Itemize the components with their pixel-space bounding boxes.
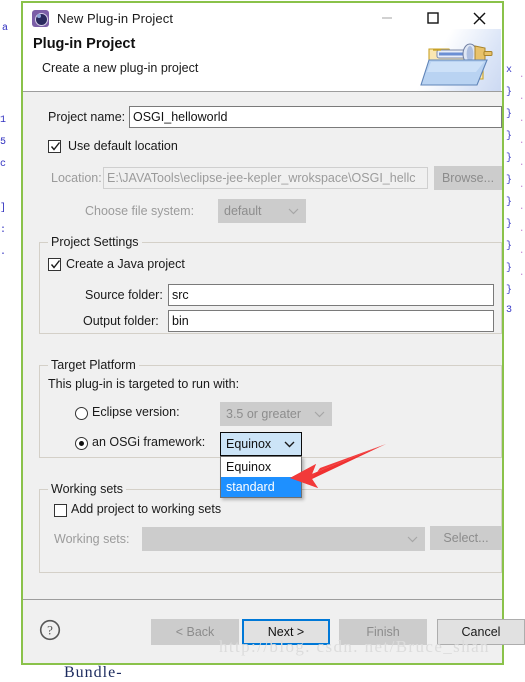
file-system-value: default bbox=[224, 204, 262, 218]
location-label: Location: bbox=[51, 171, 102, 185]
background-left-code: 1 5 c ] : . bbox=[0, 115, 7, 258]
target-platform-intro: This plug-in is targeted to run with: bbox=[48, 377, 240, 391]
create-java-project-checkbox[interactable] bbox=[48, 258, 61, 271]
working-sets-label: Working sets: bbox=[54, 532, 130, 546]
checkmark-icon bbox=[50, 260, 61, 269]
plugin-folder-icon bbox=[415, 29, 501, 91]
minimize-button[interactable] bbox=[364, 3, 410, 33]
source-folder-input[interactable] bbox=[168, 284, 494, 306]
eclipse-version-combo: 3.5 or greater bbox=[220, 402, 332, 426]
create-java-project-label: Create a Java project bbox=[66, 257, 185, 271]
page-subtitle: Create a new plug-in project bbox=[42, 61, 199, 75]
chevron-down-icon bbox=[407, 528, 418, 550]
help-icon: ? bbox=[39, 619, 61, 641]
plugin-gear-icon bbox=[32, 9, 49, 27]
page-title: Plug-in Project bbox=[33, 36, 136, 52]
add-project-to-working-sets-label: Add project to working sets bbox=[71, 502, 222, 516]
choose-file-system-label: Choose file system: bbox=[85, 204, 195, 218]
background-left-glyphs: a bbox=[2, 23, 9, 34]
use-default-location-checkbox[interactable] bbox=[48, 140, 61, 153]
wizard-banner: Plug-in Project Create a new plug-in pro… bbox=[23, 29, 502, 92]
window-title: New Plug-in Project bbox=[57, 10, 174, 26]
eclipse-version-radio[interactable] bbox=[75, 407, 88, 420]
watermark-text: http://blog. csdn. net/Bruce_shan bbox=[219, 637, 490, 656]
location-input bbox=[103, 167, 428, 189]
background-right-code: x } } } } } } } } } } bbox=[506, 65, 513, 296]
background-editor-text: Bundle- bbox=[64, 664, 123, 681]
add-project-to-working-sets-checkbox[interactable] bbox=[54, 504, 67, 517]
checkmark-icon bbox=[50, 142, 61, 151]
source-folder-label: Source folder: bbox=[85, 288, 163, 302]
working-sets-title: Working sets bbox=[48, 482, 127, 496]
browse-button: Browse... bbox=[434, 166, 502, 190]
select-working-sets-button: Select... bbox=[430, 526, 502, 550]
project-name-input[interactable] bbox=[129, 106, 502, 128]
eclipse-version-label: Eclipse version: bbox=[92, 405, 180, 419]
close-icon bbox=[473, 12, 485, 24]
project-name-label: Project name: bbox=[48, 110, 126, 124]
new-plugin-project-dialog: New Plug-in Project Plug-in Project Crea… bbox=[22, 2, 525, 664]
use-default-location-label: Use default location bbox=[68, 139, 178, 153]
osgi-framework-radio[interactable] bbox=[75, 437, 88, 450]
target-platform-title: Target Platform bbox=[48, 358, 139, 372]
working-sets-combo bbox=[142, 527, 425, 551]
background-right-code-2: 3 bbox=[506, 305, 513, 316]
osgi-framework-value: Equinox bbox=[226, 437, 272, 451]
chevron-down-icon bbox=[314, 403, 325, 425]
file-system-combo: default bbox=[218, 199, 306, 223]
dialog-content: Project name: Use default location Locat… bbox=[23, 92, 502, 600]
red-arrow-annotation bbox=[268, 440, 390, 503]
maximize-icon bbox=[427, 12, 439, 24]
output-folder-input[interactable] bbox=[168, 310, 494, 332]
minimize-icon bbox=[382, 17, 392, 19]
background-right-dots: . . . . . . . . . . bbox=[519, 70, 525, 278]
svg-text:?: ? bbox=[47, 623, 53, 638]
chevron-down-icon bbox=[288, 200, 299, 222]
output-folder-label: Output folder: bbox=[83, 314, 159, 328]
project-settings-title: Project Settings bbox=[48, 235, 142, 249]
osgi-framework-label: an OSGi framework: bbox=[92, 435, 206, 449]
help-button[interactable]: ? bbox=[39, 619, 61, 641]
eclipse-version-value: 3.5 or greater bbox=[226, 407, 302, 421]
